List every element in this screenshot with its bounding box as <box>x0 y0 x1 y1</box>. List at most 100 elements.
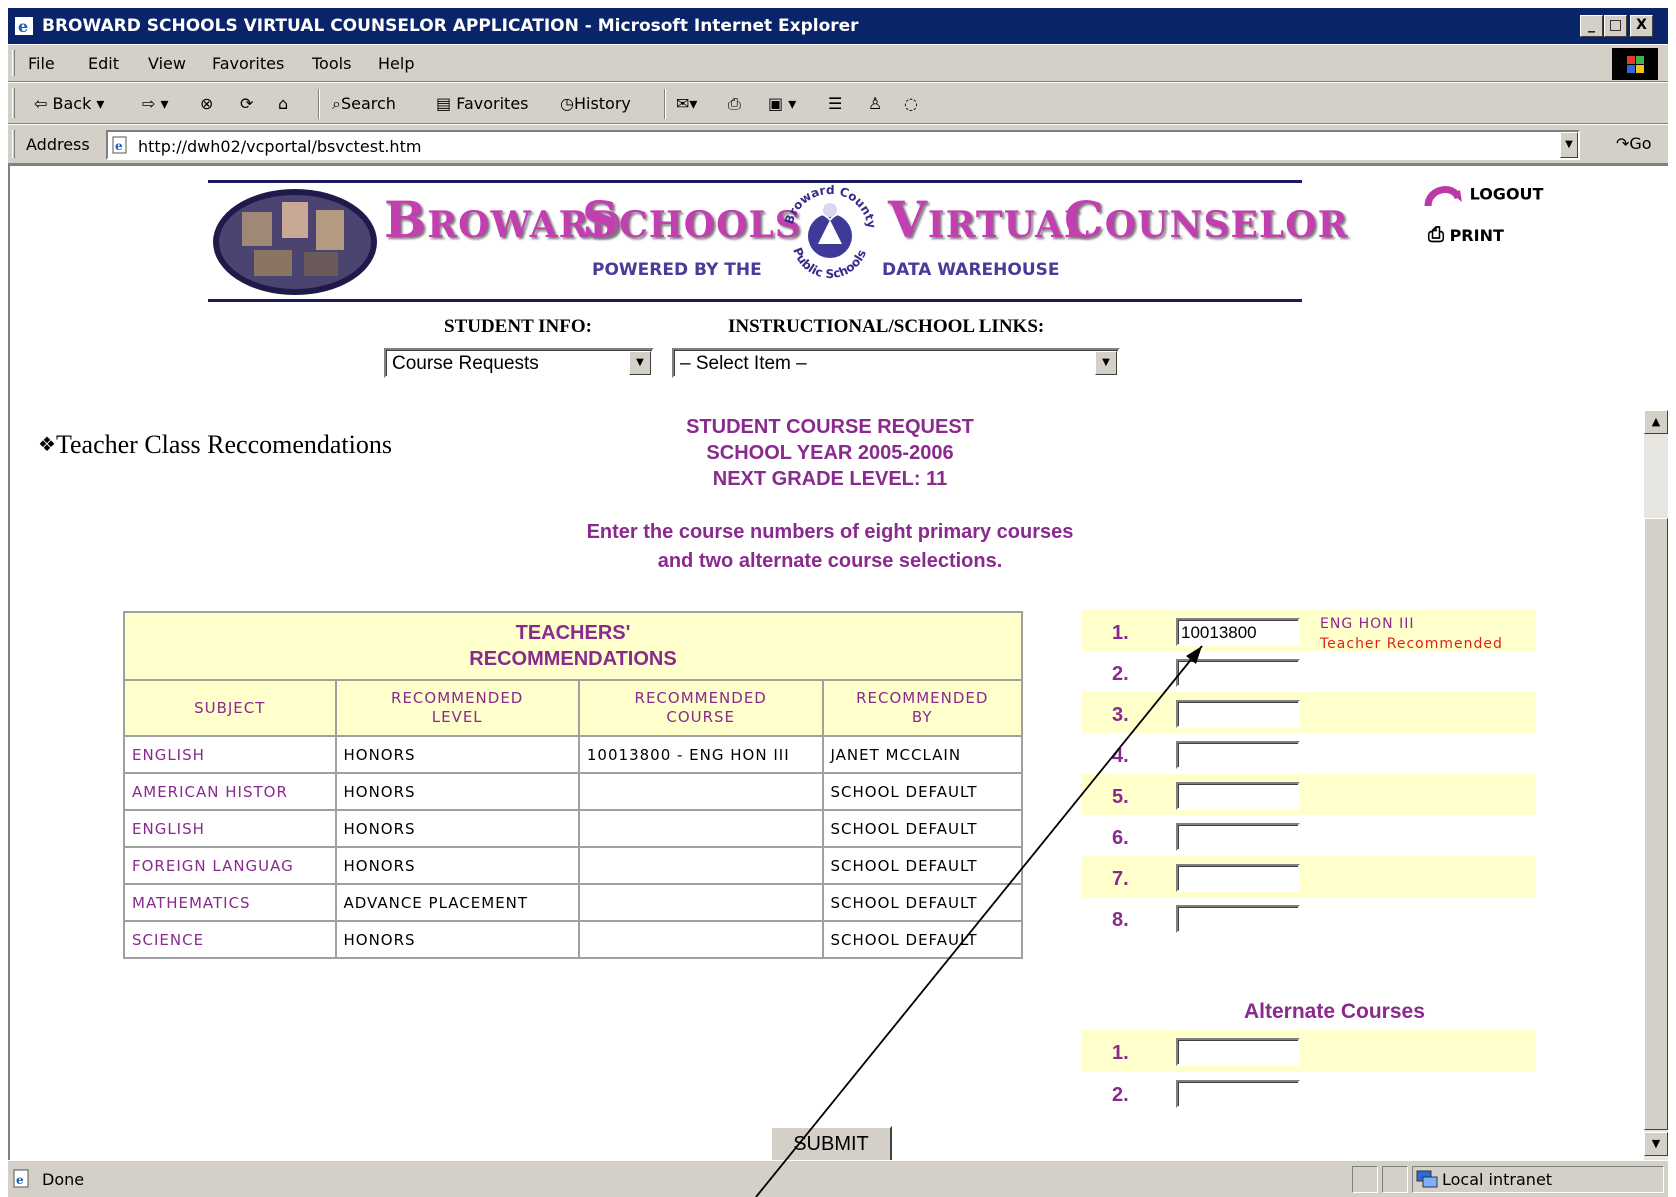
teacher-recommendations-link[interactable]: ❖Teacher Class Reccomendations <box>38 430 392 460</box>
table-row: ENGLISH HONORS SCHOOL DEFAULT <box>123 809 1023 848</box>
course-cell <box>577 920 824 959</box>
course-input[interactable]: 10013800 <box>1176 618 1300 646</box>
favorites-button[interactable]: ▤ Favorites <box>436 90 529 118</box>
mail-icon: ✉ <box>676 94 690 113</box>
course-input[interactable] <box>1176 741 1300 769</box>
print-button[interactable]: ⎙ PRINT <box>1428 222 1504 246</box>
chevron-down-icon: ▼ <box>629 351 651 375</box>
course-row: 4. <box>1082 733 1536 774</box>
close-button[interactable]: X <box>1630 15 1653 37</box>
vertical-scrollbar[interactable]: ▲ ▼ <box>1644 410 1668 1160</box>
course-row: 7. <box>1082 856 1536 897</box>
logout-button[interactable]: LOGOUT <box>1424 182 1543 208</box>
course-input[interactable] <box>1176 782 1300 810</box>
student-info-select[interactable]: Course Requests ▼ <box>384 348 654 378</box>
course-number-label: 3. <box>1112 704 1129 726</box>
instructions-text: Enter the course numbers of eight primar… <box>586 521 1074 572</box>
messenger-button[interactable]: ♙ <box>868 90 882 118</box>
svg-text:e: e <box>18 17 28 36</box>
menu-file[interactable]: File <box>28 54 55 73</box>
scroll-thumb[interactable] <box>1644 518 1668 1130</box>
table-row: AMERICAN HISTOR HONORS SCHOOL DEFAULT <box>123 772 1023 811</box>
level-cell: ADVANCE PLACEMENT <box>334 883 580 922</box>
course-cell <box>577 883 824 922</box>
menu-help[interactable]: Help <box>378 54 414 73</box>
history-button[interactable]: ◷History <box>560 90 631 118</box>
favorites-icon: ▤ <box>436 94 452 113</box>
subject-cell: ENGLISH <box>123 809 337 848</box>
logout-arrow-icon <box>1424 186 1462 207</box>
column-header: RECOMMENDED LEVEL <box>334 679 580 737</box>
go-button[interactable]: ↷Go <box>1616 134 1652 153</box>
page-title: STUDENT COURSE REQUEST SCHOOL YEAR 2005-… <box>686 416 974 490</box>
refresh-button[interactable]: ⟳ <box>240 90 253 118</box>
address-dropdown-button[interactable]: ▼ <box>1560 132 1578 158</box>
ie-icon: e <box>15 17 33 36</box>
refresh-icon: ⟳ <box>240 94 254 113</box>
mail-button[interactable]: ✉▾ <box>676 90 697 118</box>
search-button[interactable]: ⌕Search <box>332 90 396 118</box>
address-url: http://dwh02/vcportal/bsvctest.htm <box>138 137 422 156</box>
status-bar: e Done Local intranet <box>8 1160 1668 1197</box>
menu-favorites[interactable]: Favorites <box>212 54 284 73</box>
course-row: 8. <box>1082 897 1536 938</box>
column-header: SUBJECT <box>123 679 337 737</box>
intranet-icon <box>1416 1170 1438 1188</box>
submit-button[interactable]: SUBMIT <box>770 1126 892 1162</box>
back-button[interactable]: ⇦ Back ▾ <box>34 90 104 118</box>
chat-button[interactable]: ◌ <box>904 90 918 118</box>
links-select[interactable]: – Select Item – ▼ <box>672 348 1120 378</box>
menu-edit[interactable]: Edit <box>88 54 119 73</box>
scroll-down-button[interactable]: ▼ <box>1644 1132 1668 1156</box>
maximize-button[interactable]: □ <box>1604 15 1627 37</box>
forward-button[interactable]: ⇨ ▾ <box>142 90 169 118</box>
course-input[interactable] <box>1176 700 1300 728</box>
course-row: 2. <box>1082 651 1536 692</box>
course-row: 1. 10013800 ENG HON III Teacher Recommended <box>1082 610 1536 652</box>
table-row: FOREIGN LANGUAG HONORS SCHOOL DEFAULT <box>123 846 1023 885</box>
recommendations-title: TEACHERS' RECOMMENDATIONS <box>123 611 1023 681</box>
toolbar-separator <box>664 89 666 119</box>
alternate-number-label: 2. <box>1112 1084 1129 1106</box>
scroll-up-button[interactable]: ▲ <box>1644 410 1668 434</box>
course-input[interactable] <box>1176 864 1300 892</box>
column-header: RECOMMENDED COURSE <box>577 679 824 737</box>
course-cell <box>577 772 824 811</box>
course-number-label: 7. <box>1112 868 1129 890</box>
discuss-button[interactable]: ☰ <box>828 90 842 118</box>
print-toolbar-button[interactable]: ⎙ <box>728 90 741 118</box>
banner-photo-collage <box>213 189 377 295</box>
stop-button[interactable]: ⊗ <box>200 90 213 118</box>
forward-arrow-icon: ⇨ <box>142 94 156 113</box>
recommendations-table: TEACHERS' RECOMMENDATIONS SUBJECT RECOMM… <box>123 611 1023 959</box>
address-label: Address <box>26 135 90 154</box>
course-input[interactable] <box>1176 905 1300 933</box>
menu-view[interactable]: View <box>148 54 186 73</box>
banner-top-rule <box>208 180 1302 183</box>
svg-text:e: e <box>115 139 123 153</box>
course-cell: 10013800 - ENG HON III <box>577 735 824 774</box>
alternate-input[interactable] <box>1176 1038 1300 1066</box>
home-button[interactable]: ⌂ <box>278 90 288 118</box>
security-zone: Local intranet <box>1442 1170 1553 1189</box>
address-input[interactable]: e http://dwh02/vcportal/bsvctest.htm <box>106 130 1580 160</box>
alternate-input[interactable] <box>1176 1080 1300 1108</box>
subject-cell: AMERICAN HISTOR <box>123 772 337 811</box>
recommended-note: Teacher Recommended <box>1320 636 1503 652</box>
toolbar-grip <box>12 88 15 118</box>
course-input[interactable] <box>1176 659 1300 687</box>
svg-text:e: e <box>16 1173 24 1187</box>
table-row: MATHEMATICS ADVANCE PLACEMENT SCHOOL DEFAU… <box>123 883 1023 922</box>
messenger-icon: ♙ <box>868 94 883 113</box>
menu-tools[interactable]: Tools <box>312 54 351 73</box>
diamond-bullet-icon: ❖ <box>38 434 56 456</box>
course-number-label: 5. <box>1112 786 1129 808</box>
table-row: SCIENCE HONORS SCHOOL DEFAULT <box>123 920 1023 959</box>
go-arrow-icon: ↷ <box>1616 134 1630 153</box>
standard-toolbar: ⇦ Back ▾ ⇨ ▾ ⊗ ⟳ ⌂ ⌕Search ▤ Favorites ◷… <box>8 82 1668 124</box>
minimize-button[interactable]: _ <box>1580 15 1603 37</box>
status-text: Done <box>42 1170 85 1189</box>
course-input[interactable] <box>1176 823 1300 851</box>
edit-button[interactable]: ▣ ▾ <box>768 90 796 118</box>
recommended-by-cell: SCHOOL DEFAULT <box>821 883 1023 922</box>
